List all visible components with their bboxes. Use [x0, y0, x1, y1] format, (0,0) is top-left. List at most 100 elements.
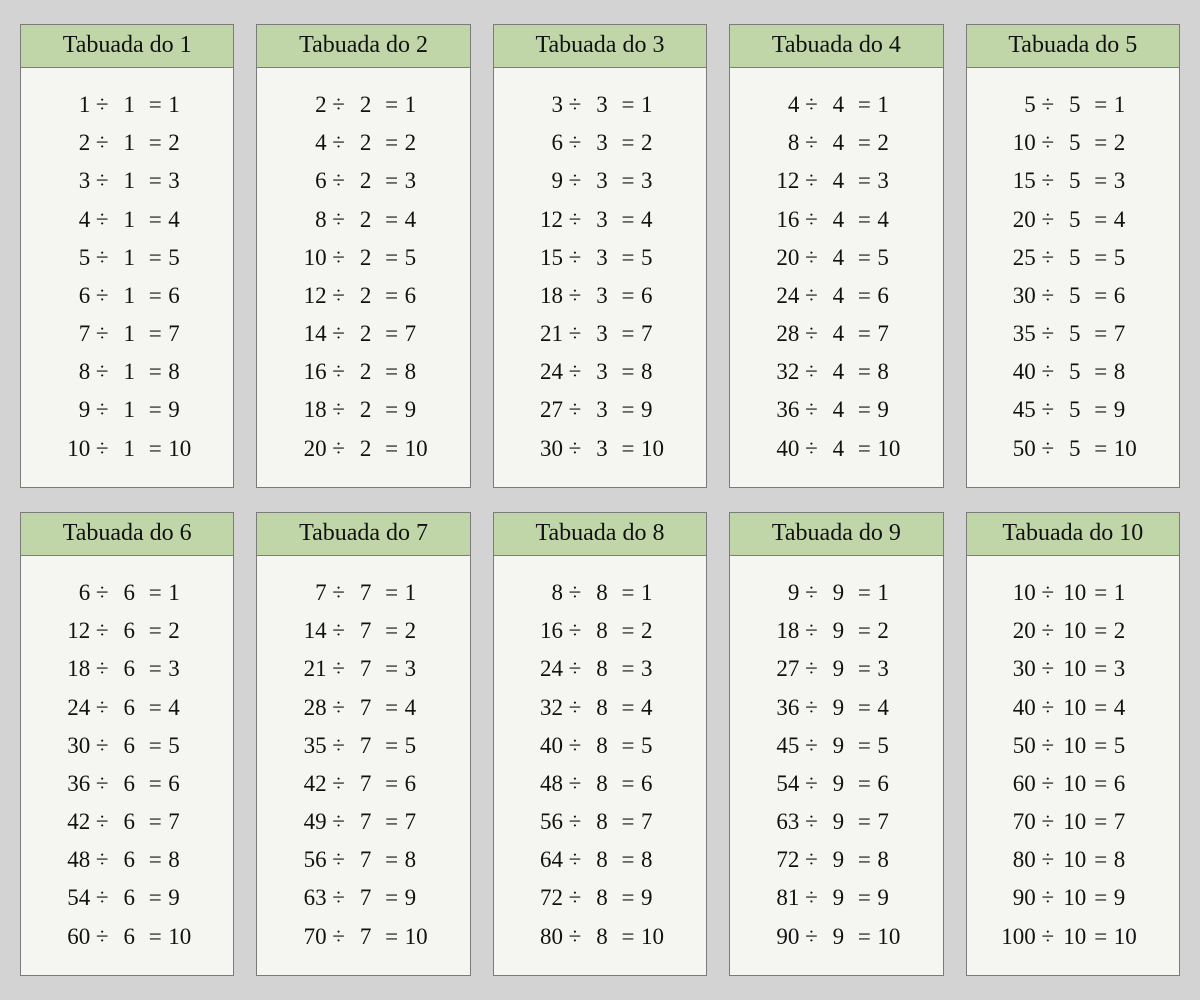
- quotient: 5: [1112, 246, 1148, 269]
- division-row: 18÷6=3: [29, 657, 225, 680]
- equals-sign: =: [853, 696, 875, 719]
- equals-sign: =: [1090, 169, 1112, 192]
- quotient: 7: [875, 810, 911, 833]
- divisor: 4: [823, 93, 853, 116]
- divisor: 9: [823, 696, 853, 719]
- dividend: 15: [998, 169, 1036, 192]
- division-row: 12÷2=6: [265, 284, 461, 307]
- divide-sign: ÷: [1036, 657, 1060, 680]
- division-row: 10÷2=5: [265, 246, 461, 269]
- equals-sign: =: [617, 619, 639, 642]
- divisor: 2: [351, 131, 381, 154]
- equals-sign: =: [617, 657, 639, 680]
- equals-sign: =: [144, 772, 166, 795]
- divide-sign: ÷: [563, 772, 587, 795]
- quotient: 4: [1112, 696, 1148, 719]
- card-body: 4÷4=18÷4=212÷4=316÷4=420÷4=524÷4=628÷4=7…: [730, 68, 942, 487]
- divide-sign: ÷: [1036, 246, 1060, 269]
- division-table-card: Tabuada do 33÷3=16÷3=29÷3=312÷3=415÷3=51…: [493, 24, 707, 488]
- quotient: 7: [1112, 810, 1148, 833]
- division-row: 30÷3=10: [502, 437, 698, 460]
- quotient: 7: [639, 322, 675, 345]
- division-row: 40÷10=4: [975, 696, 1171, 719]
- divisor: 5: [1060, 131, 1090, 154]
- division-table-card: Tabuada do 1010÷10=120÷10=230÷10=340÷10=…: [966, 512, 1180, 976]
- quotient: 2: [875, 619, 911, 642]
- divisor: 6: [114, 619, 144, 642]
- divide-sign: ÷: [327, 772, 351, 795]
- equals-sign: =: [1090, 810, 1112, 833]
- dividend: 80: [998, 848, 1036, 871]
- division-row: 60÷10=6: [975, 772, 1171, 795]
- equals-sign: =: [381, 657, 403, 680]
- quotient: 2: [166, 131, 202, 154]
- divide-sign: ÷: [90, 619, 114, 642]
- divisor: 3: [587, 284, 617, 307]
- dividend: 2: [289, 93, 327, 116]
- divide-sign: ÷: [799, 169, 823, 192]
- quotient: 2: [403, 131, 439, 154]
- equals-sign: =: [853, 131, 875, 154]
- equals-sign: =: [1090, 93, 1112, 116]
- equals-sign: =: [853, 246, 875, 269]
- equals-sign: =: [853, 619, 875, 642]
- divisor: 1: [114, 246, 144, 269]
- dividend: 15: [525, 246, 563, 269]
- division-row: 9÷1=9: [29, 398, 225, 421]
- equals-sign: =: [144, 360, 166, 383]
- divisor: 6: [114, 657, 144, 680]
- quotient: 6: [639, 284, 675, 307]
- equals-sign: =: [381, 696, 403, 719]
- quotient: 9: [875, 398, 911, 421]
- divisor: 2: [351, 246, 381, 269]
- division-row: 9÷3=3: [502, 169, 698, 192]
- divide-sign: ÷: [563, 246, 587, 269]
- divisor: 5: [1060, 169, 1090, 192]
- division-row: 20÷10=2: [975, 619, 1171, 642]
- divide-sign: ÷: [799, 131, 823, 154]
- division-row: 14÷2=7: [265, 322, 461, 345]
- divisor: 7: [351, 848, 381, 871]
- dividend: 40: [761, 437, 799, 460]
- dividend: 4: [52, 208, 90, 231]
- equals-sign: =: [853, 810, 875, 833]
- dividend: 30: [525, 437, 563, 460]
- division-row: 24÷6=4: [29, 696, 225, 719]
- equals-sign: =: [1090, 734, 1112, 757]
- equals-sign: =: [1090, 848, 1112, 871]
- equals-sign: =: [617, 322, 639, 345]
- card-title: Tabuada do 6: [21, 513, 233, 556]
- quotient: 3: [403, 169, 439, 192]
- divisor: 2: [351, 360, 381, 383]
- quotient: 7: [403, 810, 439, 833]
- division-row: 12÷6=2: [29, 619, 225, 642]
- divisor: 1: [114, 437, 144, 460]
- equals-sign: =: [617, 696, 639, 719]
- dividend: 42: [52, 810, 90, 833]
- division-row: 8÷4=2: [738, 131, 934, 154]
- dividend: 36: [52, 772, 90, 795]
- divisor: 1: [114, 284, 144, 307]
- quotient: 1: [875, 93, 911, 116]
- dividend: 27: [525, 398, 563, 421]
- divide-sign: ÷: [90, 131, 114, 154]
- division-row: 16÷8=2: [502, 619, 698, 642]
- equals-sign: =: [617, 810, 639, 833]
- equals-sign: =: [1090, 886, 1112, 909]
- division-row: 4÷1=4: [29, 208, 225, 231]
- divisor: 8: [587, 925, 617, 948]
- card-title: Tabuada do 2: [257, 25, 469, 68]
- divide-sign: ÷: [90, 848, 114, 871]
- dividend: 60: [52, 925, 90, 948]
- divide-sign: ÷: [90, 581, 114, 604]
- equals-sign: =: [1090, 360, 1112, 383]
- divide-sign: ÷: [327, 93, 351, 116]
- dividend: 16: [289, 360, 327, 383]
- dividend: 100: [998, 925, 1036, 948]
- equals-sign: =: [853, 734, 875, 757]
- dividend: 3: [52, 169, 90, 192]
- divisor: 10: [1060, 886, 1090, 909]
- equals-sign: =: [1090, 437, 1112, 460]
- card-body: 6÷6=112÷6=218÷6=324÷6=430÷6=536÷6=642÷6=…: [21, 556, 233, 975]
- divisor: 4: [823, 208, 853, 231]
